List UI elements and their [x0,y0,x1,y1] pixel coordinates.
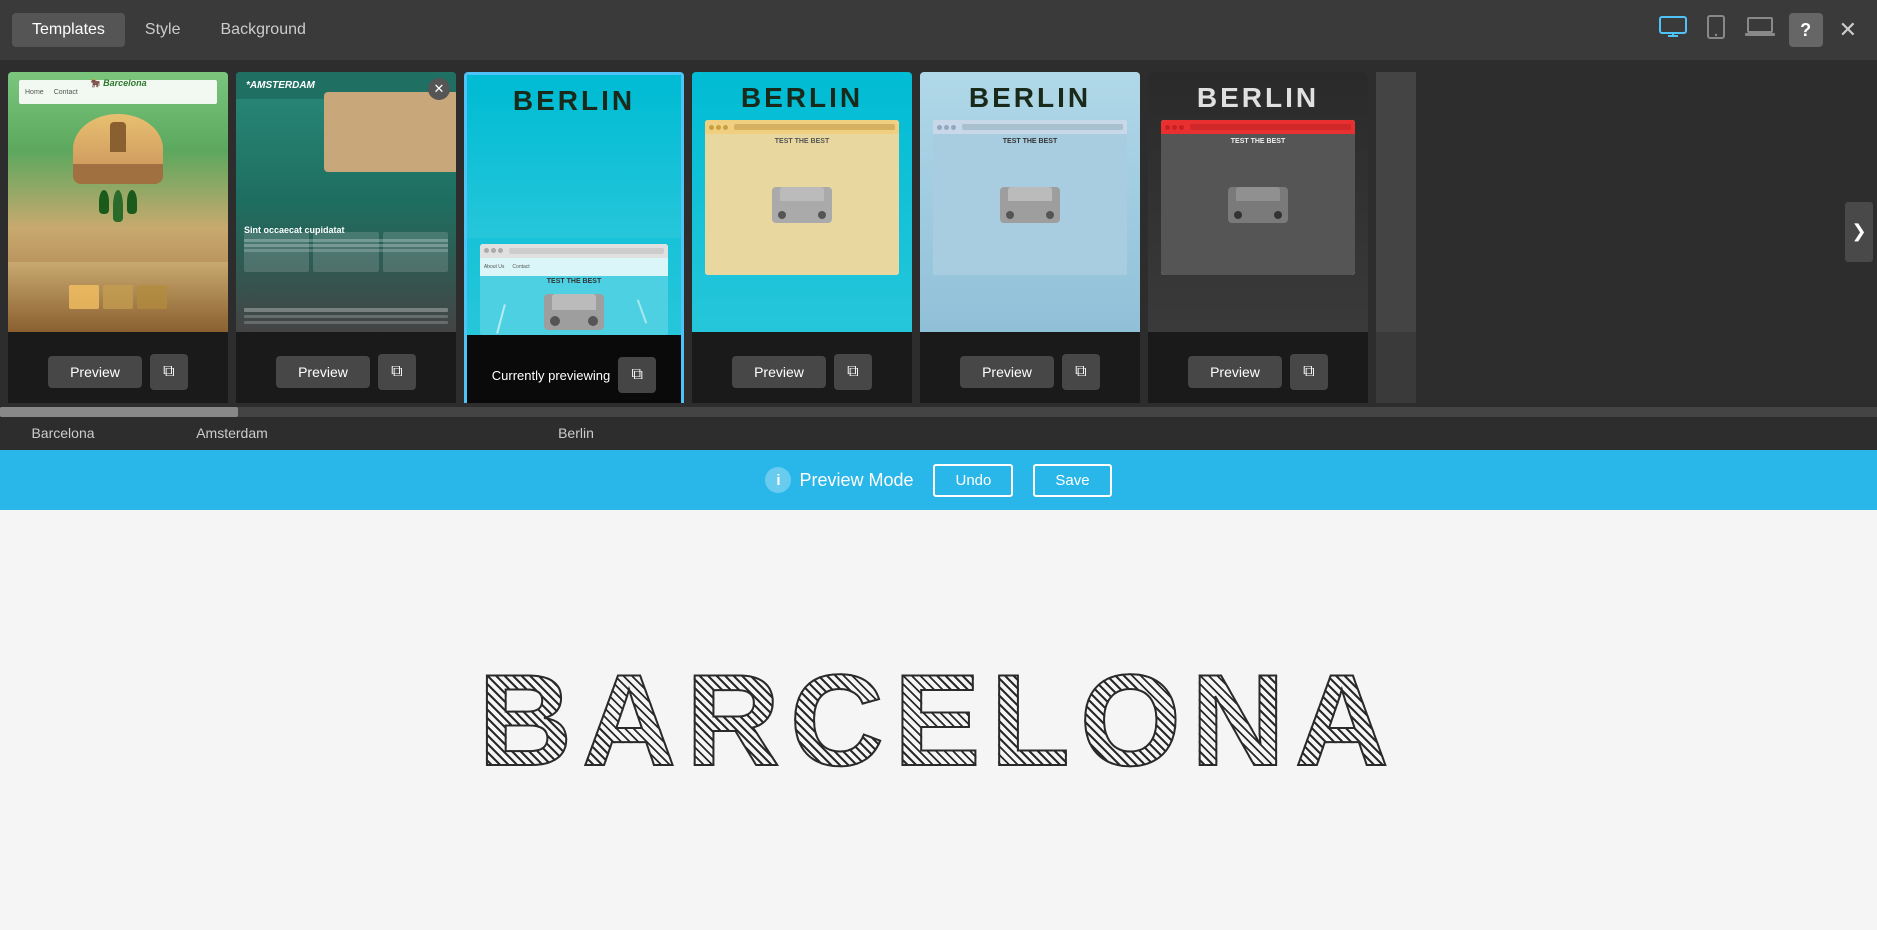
close-button[interactable]: ✕ [1831,13,1865,47]
template-card-berlin-2: BERLIN TEST THE BEST [692,72,912,403]
barcelona-copy-button[interactable]: ⧉ [150,354,188,390]
template-card-amsterdam: ✕ *AMSTERDAM [236,72,456,403]
amsterdam-copy-button[interactable]: ⧉ [378,354,416,390]
currently-previewing-text: Currently previewing [492,368,611,383]
berlin-1-copy-button[interactable]: ⧉ [618,357,656,393]
barcelona-name-label: Barcelona [8,425,118,443]
berlin-3-card-footer: Preview ⧉ [920,332,1140,403]
template-card-berlin-4: BERLIN TEST THE BEST [1148,72,1368,403]
template-card-barcelona: 🐂 Barcelona Home Contact [8,72,228,403]
preview-mode-label: Preview Mode [799,470,913,491]
scrollbar-thumb[interactable] [0,407,238,417]
berlin-1-title: BERLIN [467,85,681,238]
berlin-2-browser: TEST THE BEST [705,120,899,275]
desktop-icon[interactable] [1653,12,1693,48]
amsterdam-name-label: Amsterdam [118,425,346,443]
amsterdam-close-button[interactable]: ✕ [428,78,450,100]
preview-mode-bar: i Preview Mode Undo Save [0,450,1877,510]
tab-templates[interactable]: Templates [12,13,125,47]
berlin-4-browser: TEST THE BEST [1161,120,1355,275]
template-panel: 🐂 Barcelona Home Contact [0,60,1877,450]
barcelona-logo: 🐂 Barcelona [89,78,146,89]
template-strip: 🐂 Barcelona Home Contact [0,60,1877,403]
laptop-icon[interactable] [1739,13,1781,47]
berlin-3-copy-button[interactable]: ⧉ [1062,354,1100,390]
main-content: BARCELONA [0,510,1877,930]
berlin-3-title: BERLIN [969,82,1091,114]
template-labels: Barcelona Amsterdam Berlin [0,418,1877,450]
toolbar-right: ? ✕ [1653,11,1865,49]
berlin-1-card-footer: Currently previewing ⧉ [467,335,681,403]
berlin-3-thumbnail: BERLIN TEST THE BEST [920,72,1140,332]
berlin-3-preview-button[interactable]: Preview [960,356,1054,388]
barcelona-thumbnail: 🐂 Barcelona Home Contact [8,72,228,332]
berlin-4-thumbnail: BERLIN TEST THE BEST [1148,72,1368,332]
currently-previewing-overlay: Currently previewing ⧉ [467,335,681,403]
berlin-2-card-footer: Preview ⧉ [692,332,912,403]
template-card-berlin-3: BERLIN TEST THE BEST [920,72,1140,403]
tab-background[interactable]: Background [201,13,326,47]
berlin-4-title: BERLIN [1197,82,1319,114]
info-icon: i [765,467,791,493]
undo-button[interactable]: Undo [933,464,1013,497]
scrollbar-row [0,405,1877,418]
berlin-4-copy-button[interactable]: ⧉ [1290,354,1328,390]
barcelona-card-footer: Preview ⧉ [8,332,228,403]
berlin-2-thumbnail: BERLIN TEST THE BEST [692,72,912,332]
toolbar-tabs: Templates Style Background [12,13,326,47]
amsterdam-hand [324,92,456,172]
tab-style[interactable]: Style [125,13,201,47]
berlin-2-preview-button[interactable]: Preview [732,356,826,388]
preview-mode-info: i Preview Mode [765,467,913,493]
amsterdam-card-footer: Preview ⧉ [236,332,456,403]
help-button[interactable]: ? [1789,13,1823,47]
toolbar: Templates Style Background ? [0,0,1877,60]
barcelona-preview-button[interactable]: Preview [48,356,142,388]
barcelona-big-title: BARCELONA [478,645,1399,795]
amsterdam-thumbnail: *AMSTERDAM Sint occaecat cupidata [236,72,456,332]
berlin-4-preview-button[interactable]: Preview [1188,356,1282,388]
berlin-2-title: BERLIN [741,82,863,114]
berlin-4-card-footer: Preview ⧉ [1148,332,1368,403]
right-arrow-button[interactable]: ❯ [1845,202,1873,262]
berlin-1-thumbnail: BERLIN About Us [467,75,681,335]
berlin-1-browser: About Us Contact TEST THE BEST [480,244,668,335]
scrollbar-track [0,407,1877,417]
berlin-2-copy-button[interactable]: ⧉ [834,354,872,390]
berlin-3-browser: TEST THE BEST [933,120,1127,275]
template-card-berlin-selected: BERLIN About Us [464,72,684,403]
tablet-icon[interactable] [1701,11,1731,49]
partial-card [1376,72,1416,403]
berlin-name-label: Berlin [346,425,806,443]
amsterdam-preview-button[interactable]: Preview [276,356,370,388]
save-button[interactable]: Save [1033,464,1111,497]
